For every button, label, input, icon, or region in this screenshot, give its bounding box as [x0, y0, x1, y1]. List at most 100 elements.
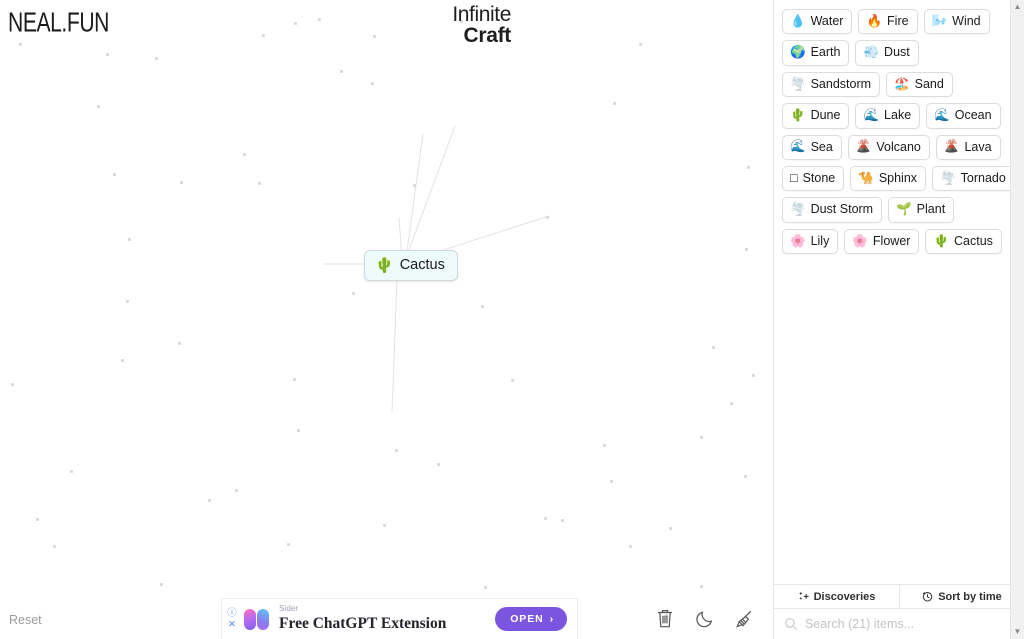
element-item-volcano[interactable]: 🌋 Volcano [847, 134, 930, 160]
element-item-label: Tornado [960, 170, 1006, 185]
element-item-sandstorm[interactable]: 🌪️ Sandstorm [782, 71, 881, 98]
scroll-up-arrow[interactable]: ▲ [1014, 0, 1022, 14]
element-emoji-icon: 🏖️ [894, 76, 910, 91]
ad-info-icon[interactable]: ⓘ [227, 608, 237, 619]
reset-button[interactable]: Reset [9, 613, 42, 627]
canvas-dot [745, 248, 748, 251]
element-item-flower[interactable]: 🌸 Flower [844, 228, 920, 254]
element-item-dust[interactable]: 💨 Dust [855, 40, 919, 66]
trash-icon[interactable] [652, 605, 678, 631]
canvas-dot [126, 300, 129, 303]
element-item-label: Lava [964, 139, 992, 154]
element-item-stone[interactable]: □ Stone [782, 165, 845, 192]
canvas-dot [106, 53, 109, 56]
element-item-wind[interactable]: 🌬️ Wind [923, 9, 990, 35]
canvas-dot [413, 184, 416, 187]
canvas-dot [19, 43, 22, 46]
search-input[interactable]: Search (21) items... [805, 617, 914, 631]
canvas-dot [544, 517, 547, 520]
element-emoji-icon: 🌵 [933, 233, 950, 248]
canvas-dot [613, 102, 616, 105]
element-item-fire[interactable]: 🔥 Fire [858, 9, 918, 35]
advertisement-banner[interactable]: ⓘ ✕ Sider Free ChatGPT Extension OPEN › [221, 598, 578, 639]
canvas-dot [561, 519, 564, 522]
canvas-dot [511, 379, 514, 382]
canvas-toolbar [652, 605, 773, 631]
tab-sort-by-time[interactable]: Sort by time [899, 585, 1024, 608]
element-emoji-icon: 🌪️ [790, 202, 806, 217]
canvas-dot [294, 22, 297, 25]
element-item-label: Earth [810, 45, 841, 60]
canvas-dot [258, 182, 261, 185]
element-item-label: Ocean [954, 108, 992, 123]
crafting-canvas[interactable]: NEAL.FUN Infinite Craft 🌵 Cactus Reset ⓘ… [0, 0, 773, 639]
canvas-dot [712, 346, 715, 349]
element-item-label: Dust Storm [810, 202, 874, 217]
element-item-label: Plant [916, 202, 946, 217]
canvas-dot [97, 105, 100, 108]
canvas-dot [53, 545, 56, 548]
element-item-label: Lake [884, 108, 912, 123]
element-emoji-icon: 🌵 [790, 108, 806, 123]
element-item-label: Dust [884, 45, 910, 60]
canvas-dot [155, 57, 158, 60]
broom-icon[interactable] [732, 605, 758, 631]
element-item-label: Fire [887, 14, 909, 28]
canvas-dot-field [0, 0, 773, 639]
canvas-dot [669, 527, 672, 530]
neal-fun-logo[interactable]: NEAL.FUN [8, 6, 109, 39]
canvas-dot [318, 18, 321, 21]
element-emoji-icon: 🔥 [866, 13, 883, 28]
element-item-sphinx[interactable]: 🐪 Sphinx [850, 165, 927, 192]
element-item-ocean[interactable]: 🌊 Ocean [926, 103, 1001, 129]
element-item-sea[interactable]: 🌊 Sea [782, 134, 842, 160]
canvas-dot [243, 153, 246, 156]
canvas-node[interactable]: 🌵 Cactus [364, 250, 458, 281]
element-item-sand[interactable]: 🏖️ Sand [886, 71, 953, 98]
element-item-plant[interactable]: 🌱 Plant [888, 197, 955, 223]
canvas-dot [603, 444, 606, 447]
element-item-tornado[interactable]: 🌪️ Tornado [932, 165, 1015, 192]
element-emoji-icon: 🐪 [858, 170, 874, 185]
game-title: Infinite Craft [391, 4, 511, 47]
element-emoji-icon: 🌪️ [790, 76, 806, 91]
moon-icon[interactable] [692, 605, 718, 631]
ad-controls: ⓘ ✕ [222, 599, 242, 639]
clock-icon [922, 592, 933, 602]
element-emoji-icon: 🌊 [934, 108, 950, 123]
element-item-cactus[interactable]: 🌵 Cactus [925, 228, 1002, 254]
element-item-water[interactable]: 💧 Water [782, 9, 853, 35]
element-item-dune[interactable]: 🌵 Dune [782, 103, 850, 129]
canvas-dot [752, 374, 755, 377]
search-bar[interactable]: Search (21) items... [774, 609, 1024, 639]
canvas-dot [395, 449, 398, 452]
node-emoji-icon: 🌵 [375, 256, 394, 274]
element-item-lily[interactable]: 🌸 Lily [782, 228, 839, 254]
ad-close-icon[interactable]: ✕ [228, 620, 236, 630]
element-emoji-icon: 🌋 [943, 139, 960, 154]
element-emoji-icon: 💧 [790, 13, 806, 28]
canvas-dot [208, 499, 211, 502]
sidebar-tabs: Discoveries Sort by time [774, 584, 1024, 609]
element-item-lake[interactable]: 🌊 Lake [855, 103, 921, 129]
scroll-down-arrow[interactable]: ▼ [1014, 625, 1022, 639]
element-emoji-icon: 🌸 [852, 233, 868, 248]
discoveries-icon [798, 591, 809, 600]
discovered-items-list[interactable]: 💧 Water 🔥 Fire 🌬️ Wind 🌍 Earth 💨 Dust 🌪️ Sandstorm 🏖… [774, 0, 1024, 584]
game-title-line2: Craft [463, 24, 511, 48]
element-item-lava[interactable]: 🌋 Lava [935, 134, 1001, 160]
game-title-line1: Infinite [452, 3, 511, 26]
element-item-dust-storm[interactable]: 🌪️ Dust Storm [782, 197, 883, 223]
page-scrollbar[interactable]: ▲ ▼ [1010, 0, 1024, 639]
canvas-dot [610, 480, 613, 483]
ad-open-label: OPEN [510, 613, 544, 625]
canvas-dot [113, 173, 116, 176]
canvas-dot [297, 429, 300, 432]
canvas-dot [121, 359, 124, 362]
element-emoji-icon: 🌬️ [931, 13, 948, 28]
element-item-earth[interactable]: 🌍 Earth [782, 40, 850, 66]
ad-open-button[interactable]: OPEN › [495, 607, 567, 631]
tab-discoveries[interactable]: Discoveries [774, 585, 899, 608]
canvas-dot [293, 378, 296, 381]
ad-brand: Sider [279, 603, 299, 613]
